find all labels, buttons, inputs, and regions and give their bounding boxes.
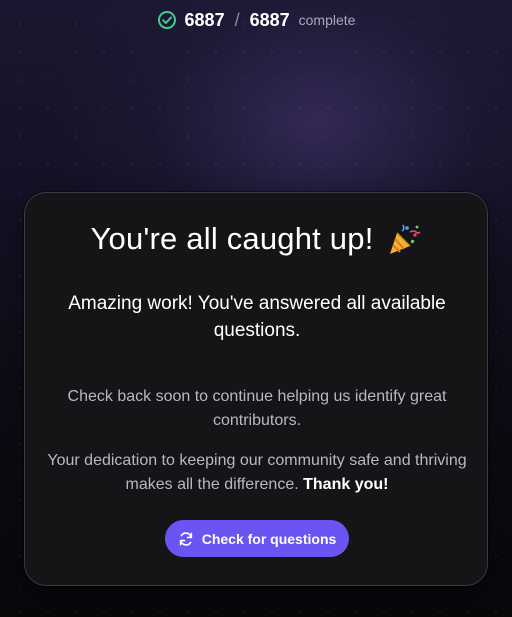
card-title-row: You're all caught up! (25, 221, 487, 257)
progress-counter: 6887 / 6887 complete (0, 8, 512, 32)
check-circle-icon (157, 10, 177, 30)
total-count: 6887 (249, 9, 290, 30)
check-for-questions-button[interactable]: Check for questions (165, 520, 349, 557)
card-subtitle: Amazing work! You've answered all availa… (68, 293, 446, 341)
dedication-text: Your dedication to keeping our community… (47, 452, 467, 493)
completed-count: 6887 (184, 9, 225, 30)
progress-label: complete (298, 12, 356, 28)
refresh-icon (178, 531, 194, 547)
check-back-note: Check back soon to continue helping us i… (67, 388, 447, 429)
card-title: You're all caught up! (90, 221, 374, 256)
thank-you-text: Thank you! (303, 476, 389, 493)
caught-up-card: You're all caught up! Amazing work! You'… (24, 192, 488, 586)
check-for-questions-label: Check for questions (201, 530, 337, 547)
progress-separator: / (234, 9, 240, 30)
party-popper-icon (386, 221, 422, 257)
dedication-note: Your dedication to keeping our community… (45, 449, 469, 497)
